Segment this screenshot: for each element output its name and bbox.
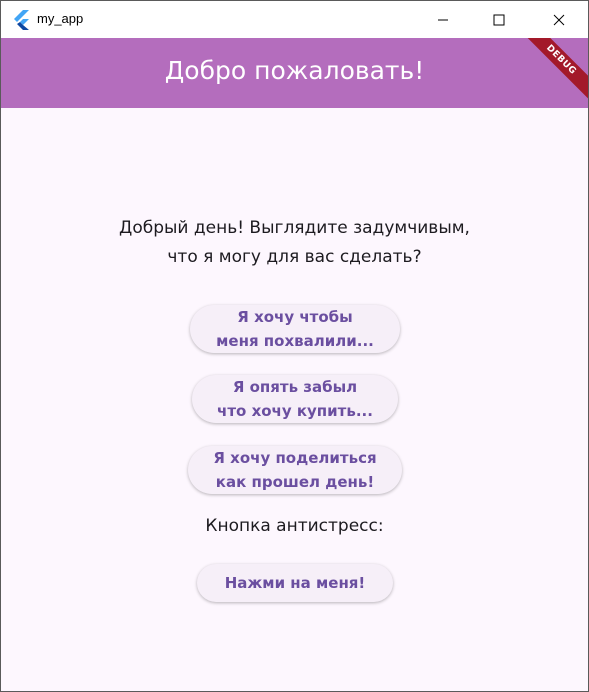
title-bar: my_app [1, 1, 588, 38]
app-bar: Добро пожаловать! DEBUG [1, 38, 588, 108]
minimize-button[interactable] [420, 1, 466, 38]
share-day-button-line-1: Я хочу поделиться [213, 449, 377, 467]
praise-button[interactable]: Я хочу чтобы меня похвалили... [190, 305, 400, 353]
greeting-line-1: Добрый день! Выглядите задумчивым, [119, 218, 470, 238]
flutter-icon [14, 10, 29, 30]
greeting-line-2: что я могу для вас сделать? [167, 247, 422, 267]
page-title: Добро пожаловать! [164, 56, 425, 85]
greeting-text: Добрый день! Выглядите задумчивым, что я… [1, 214, 588, 272]
close-button[interactable] [536, 1, 582, 38]
share-day-button[interactable]: Я хочу поделиться как прошел день! [188, 446, 402, 494]
shopping-button-line-1: Я опять забыл [232, 378, 358, 396]
praise-button-line-1: Я хочу чтобы [237, 308, 353, 326]
window-title: my_app [37, 11, 84, 26]
main-content: Добрый день! Выглядите задумчивым, что я… [1, 108, 588, 691]
app-window: my_app Добро пожаловать! DEBUG Добрый де… [0, 0, 589, 692]
press-me-button[interactable]: Нажми на меня! [197, 564, 393, 602]
minimize-icon [438, 19, 448, 20]
shopping-button[interactable]: Я опять забыл что хочу купить... [192, 375, 398, 423]
share-day-button-line-2: как прошел день! [215, 473, 375, 491]
praise-button-line-2: меня похвалили... [216, 332, 374, 350]
close-icon [553, 14, 565, 25]
maximize-icon [493, 14, 505, 25]
shopping-button-line-2: что хочу купить... [217, 402, 373, 420]
press-me-button-label: Нажми на меня! [224, 574, 366, 592]
antistress-label: Кнопка антистресс: [205, 516, 384, 536]
maximize-button[interactable] [476, 1, 522, 38]
